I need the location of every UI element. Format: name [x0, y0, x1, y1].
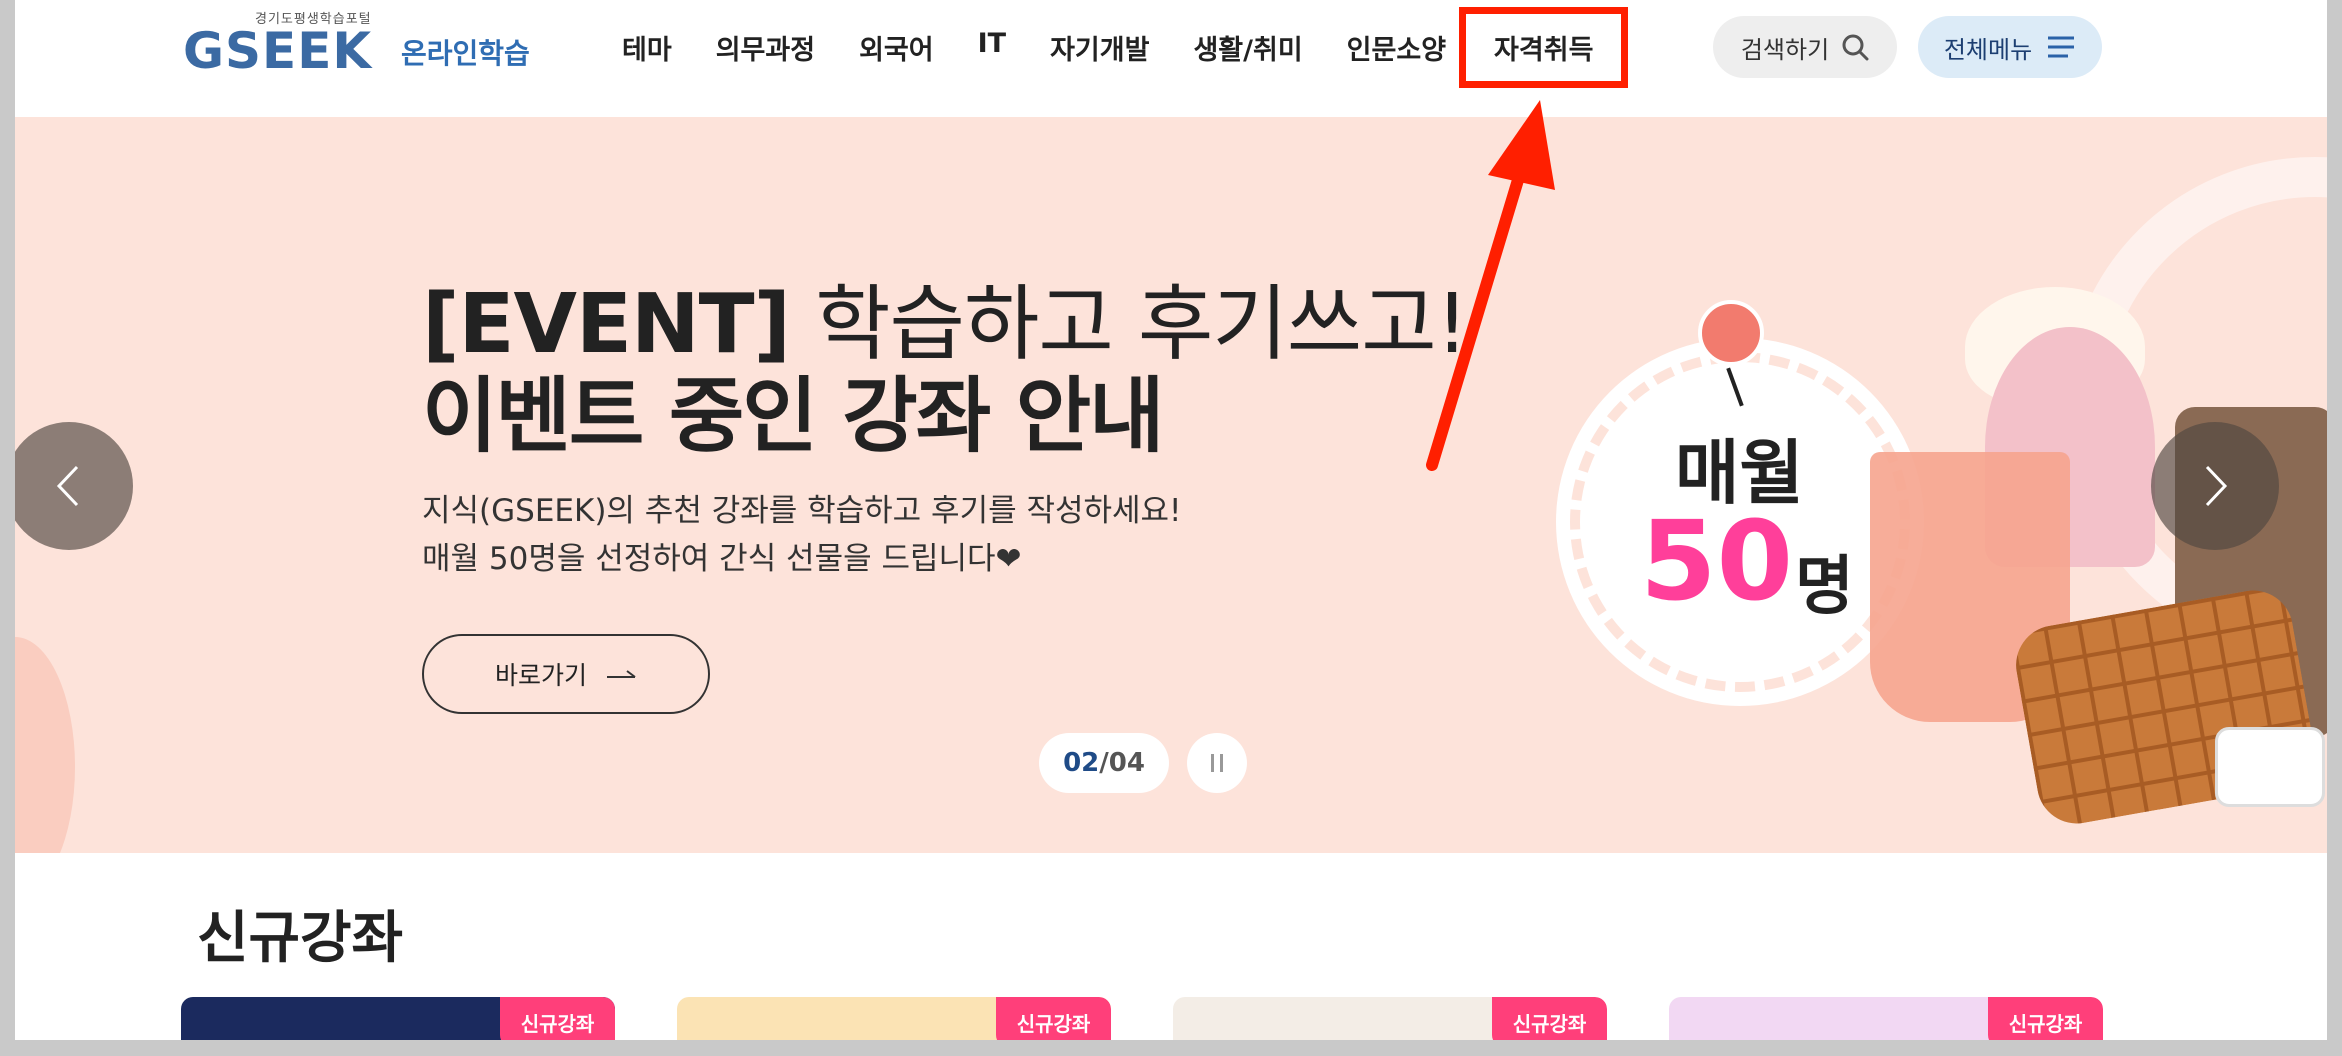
new-course-badge: 신규강좌: [996, 997, 1111, 1040]
main-nav: 테마 의무과정 외국어 IT 자기개발 생활/취미 인문소양 자격취득: [600, 7, 1629, 88]
hero-banner: [EVENT] 학습하고 후기쓰고! 이벤트 중인 강좌 안내 지식(GSEEK…: [15, 117, 2327, 853]
nav-item-self-development[interactable]: 자기개발: [1028, 22, 1171, 73]
search-icon: [1842, 34, 1869, 61]
go-button-label: 바로가기: [494, 661, 587, 690]
promo-unit: 명: [1795, 550, 1854, 624]
course-card[interactable]: 신규강좌: [677, 997, 1111, 1040]
slide-pager: 02/04: [1039, 733, 1169, 793]
hero-desc-line2: 매월 50명을 선정하여 간식 선물을 드립니다❤: [422, 541, 1022, 577]
pager-current: 02: [1063, 748, 1100, 778]
page: 경기도평생학습포털 GSEEK 온라인학습 테마 의무과정 외국어 IT 자기개…: [15, 0, 2327, 1040]
new-course-badge: 신규강좌: [1492, 997, 1607, 1040]
search-button-label: 검색하기: [1740, 35, 1830, 64]
arrow-right-icon: [607, 670, 636, 678]
nav-item-life-hobby[interactable]: 생활/취미: [1171, 22, 1324, 73]
decorative-blob: [15, 637, 75, 853]
promo-number: 50: [1640, 497, 1794, 625]
pause-icon: [1211, 754, 1214, 772]
pause-icon-bar: [1220, 754, 1223, 772]
new-course-badge: 신규강좌: [1988, 997, 2103, 1040]
nav-item-it[interactable]: IT: [956, 22, 1028, 73]
site-header: 경기도평생학습포털 GSEEK 온라인학습 테마 의무과정 외국어 IT 자기개…: [15, 0, 2327, 115]
new-courses-title: 신규강좌: [197, 906, 404, 971]
nav-item-humanities[interactable]: 인문소양: [1325, 22, 1468, 73]
hero-description: 지식(GSEEK)의 추천 강좌를 학습하고 후기를 작성하세요! 매월 50명…: [422, 487, 1182, 583]
chevron-left-icon: [56, 465, 79, 507]
search-button[interactable]: 검색하기: [1713, 16, 1897, 78]
full-menu-button[interactable]: 전체메뉴: [1918, 16, 2102, 78]
hero-title-line2: 이벤트 중인 강좌 안내: [422, 369, 1165, 464]
logo-subtitle: 온라인학습: [401, 37, 530, 70]
logo-wordmark: GSEEK: [183, 22, 373, 80]
hero-desc-line1: 지식(GSEEK)의 추천 강좌를 학습하고 후기를 작성하세요!: [422, 493, 1182, 529]
pager-total: 04: [1108, 748, 1145, 778]
hamburger-icon: [2048, 36, 2075, 58]
pin-icon: [1698, 300, 1764, 366]
site-logo[interactable]: 경기도평생학습포털 GSEEK 온라인학습: [183, 8, 543, 80]
course-card[interactable]: 신규강좌: [1173, 997, 1607, 1040]
go-button[interactable]: 바로가기: [422, 634, 710, 714]
prev-slide-button[interactable]: [15, 422, 133, 550]
pager-separator: /: [1099, 748, 1109, 778]
pause-button[interactable]: [1187, 733, 1247, 793]
sauce-cup-image: [2215, 727, 2325, 807]
nav-item-theme[interactable]: 테마: [600, 22, 694, 73]
nav-item-certification[interactable]: 자격취득: [1459, 7, 1629, 88]
nav-item-foreign-language[interactable]: 외국어: [837, 22, 956, 73]
course-card[interactable]: 신규강좌: [181, 997, 615, 1040]
nav-item-mandatory[interactable]: 의무과정: [694, 22, 837, 73]
course-card[interactable]: 신규강좌: [1669, 997, 2103, 1040]
next-slide-button[interactable]: [2151, 422, 2279, 550]
full-menu-label: 전체메뉴: [1943, 35, 2033, 64]
chevron-right-icon: [2205, 465, 2228, 507]
new-course-badge: 신규강좌: [500, 997, 615, 1040]
